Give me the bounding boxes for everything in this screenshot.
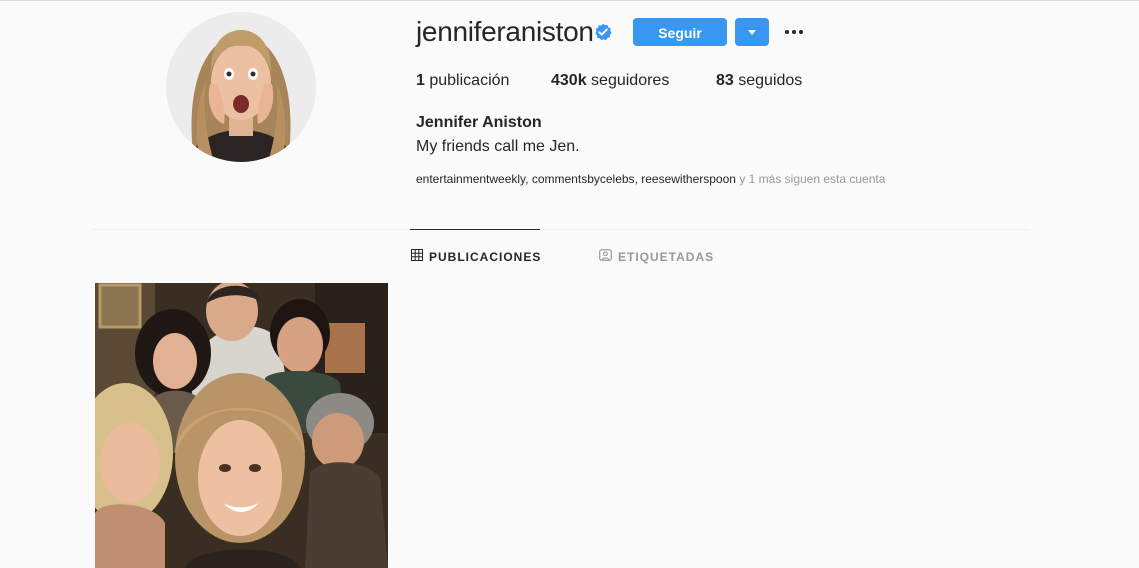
tabs-divider (92, 229, 1030, 230)
followed-by-account[interactable]: reesewitherspoon (641, 172, 736, 186)
tab-label: ETIQUETADAS (618, 249, 715, 264)
posts-count-value: 1 (416, 72, 425, 89)
profile-full-name: Jennifer Aniston (416, 114, 542, 131)
following-count-value: 83 (716, 72, 734, 89)
more-options-icon (785, 30, 803, 34)
followed-by-line: entertainmentweekly, commentsbycelebs, r… (416, 172, 886, 186)
posts-count-label: publicación (429, 72, 510, 89)
following-count-label: seguidos (738, 72, 803, 89)
profile-bio: My friends call me Jen. (416, 138, 580, 155)
tab-label: PUBLICACIONES (429, 249, 542, 264)
profile-page: jenniferaniston Seguir 1 publicación 430… (0, 0, 1139, 568)
followed-by-more[interactable]: y 1 más siguen esta cuenta (739, 172, 885, 186)
followed-by-account[interactable]: commentsbycelebs (532, 172, 635, 186)
following-count[interactable]: 83 seguidos (716, 71, 802, 91)
post-image (95, 283, 388, 568)
profile-avatar[interactable] (166, 12, 316, 162)
follow-dropdown-button[interactable] (735, 18, 769, 46)
followers-count-label: seguidores (591, 72, 670, 89)
more-options-button[interactable] (782, 21, 806, 43)
active-tab-indicator (410, 229, 540, 230)
profile-username: jenniferaniston (416, 16, 594, 47)
follow-button[interactable]: Seguir (633, 18, 727, 46)
tab-publicaciones[interactable]: PUBLICACIONES (411, 249, 541, 265)
followers-count-value: 430k (551, 72, 587, 89)
verified-badge-icon (594, 23, 612, 41)
chevron-down-icon (748, 30, 756, 35)
followers-count[interactable]: 430k seguidores (551, 71, 669, 91)
posts-count: 1 publicación (416, 71, 509, 91)
grid-icon (411, 249, 423, 265)
followed-by-account[interactable]: entertainmentweekly (416, 172, 525, 186)
tab-etiquetadas[interactable]: ETIQUETADAS (599, 249, 714, 265)
post-thumbnail[interactable] (95, 283, 388, 568)
tagged-icon (599, 249, 612, 265)
